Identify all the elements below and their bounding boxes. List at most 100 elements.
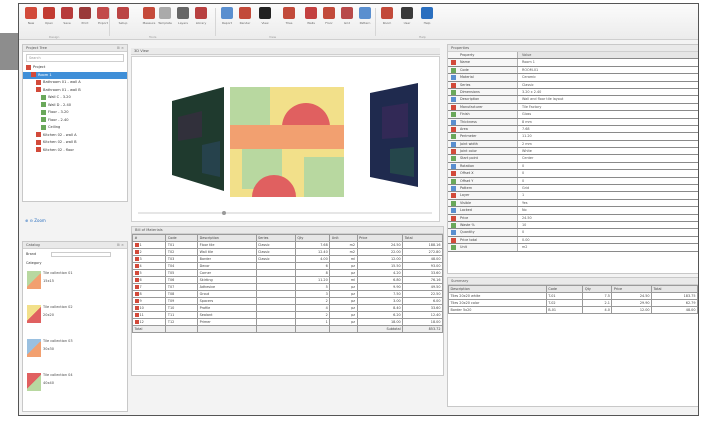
catalog-item-name[interactable]: Tile collection 04 [43, 373, 73, 377]
summary-header-cell[interactable]: Code [545, 285, 584, 293]
new-design-button[interactable]: New [23, 7, 39, 33]
property-value[interactable]: 11.20 [518, 133, 698, 139]
bill-header-cell[interactable]: Unit [329, 234, 358, 242]
property-value[interactable]: ROOM-01 [518, 67, 698, 73]
summary-row[interactable]: Tiles 20x20 color T-02 2.1 29.90 62.79 [448, 299, 698, 307]
bill-header-cell[interactable]: Total [402, 234, 443, 242]
property-row[interactable]: Perimeter 11.20 [448, 133, 698, 141]
tree-item[interactable]: Floor - 2.40 [23, 117, 127, 125]
user-button[interactable]: User [399, 7, 415, 33]
property-row[interactable]: Dimensions 3.20 x 2.40 [448, 88, 698, 97]
save-design-button[interactable]: Save [59, 7, 75, 33]
brand-select[interactable] [51, 251, 112, 257]
bill-row[interactable]: 12 T12 Primer 1 pz 18.00 18.00 [132, 318, 443, 326]
scroll-thumb[interactable] [222, 211, 226, 215]
property-value[interactable]: 8 mm [518, 119, 698, 125]
property-row[interactable]: Description Wall and floor tile layout [448, 96, 698, 104]
settings-button[interactable]: Setup [115, 7, 131, 33]
property-row[interactable]: Joint color White [448, 148, 698, 156]
summary-header-cell[interactable]: Description [448, 285, 547, 293]
tree-item[interactable]: Kitchen 02 - floor [23, 147, 127, 155]
property-row[interactable]: Thickness 8 mm [448, 118, 698, 126]
tree-item[interactable]: Room 1 [23, 71, 127, 79]
catalog-item-thumbnail[interactable] [27, 373, 41, 391]
property-value[interactable]: No [518, 207, 698, 213]
summary-header-cell[interactable]: Qty [582, 285, 613, 293]
property-row[interactable]: Visible Yes [448, 199, 698, 208]
pattern-button[interactable]: Pattern [357, 7, 373, 33]
bill-header-cell[interactable]: Code [165, 234, 199, 242]
display-button[interactable]: View [257, 7, 273, 33]
3d-viewport[interactable] [131, 56, 440, 222]
property-row[interactable]: Unit m2 [448, 244, 698, 252]
bill-row[interactable]: 9 T09 Spacers 2 pz 3.00 6.00 [132, 297, 443, 305]
property-value[interactable]: Center [518, 155, 698, 161]
bill-header-cell[interactable]: # [132, 234, 167, 242]
catalog-item-thumbnail[interactable] [27, 339, 41, 357]
bill-row[interactable]: 2 T02 Wall tile Classic 12.40 m2 22.00 272.80 [132, 248, 443, 256]
catalog-item-thumbnail[interactable] [27, 305, 41, 323]
chart-button[interactable]: Report [219, 7, 235, 33]
bill-row[interactable]: 3 T03 Border Classic 4.00 ml 12.00 48.00 [132, 255, 443, 263]
property-value[interactable]: Yes [518, 200, 698, 206]
camera-button[interactable]: Render [237, 7, 253, 33]
bill-row[interactable]: 10 T10 Profile 4 pz 8.40 33.60 [132, 304, 443, 312]
property-row[interactable]: Layer 1 [448, 192, 698, 200]
bill-row[interactable]: 8 T08 Grout 3 pz 7.50 22.50 [132, 290, 443, 298]
property-row[interactable]: Locked No [448, 207, 698, 215]
summary-header-cell[interactable]: Price [611, 285, 653, 293]
tree-search-input[interactable]: Search [26, 54, 124, 62]
tree-item[interactable]: Ceiling [23, 124, 127, 132]
bill-row[interactable]: 1 T01 Floor tile Classic 7.68 m2 24.50 188.16 [132, 241, 443, 249]
catalog-item-name[interactable]: Tile collection 02 [43, 305, 73, 309]
property-row[interactable]: Joint width 2 mm [448, 140, 698, 149]
zoom-control[interactable]: ⊕ ⊖ Zoom [25, 218, 46, 223]
property-value[interactable]: White [518, 148, 698, 154]
bill-header-cell[interactable]: Price [356, 234, 404, 242]
property-value[interactable]: 10 [518, 222, 698, 228]
bill-header-cell[interactable]: Series [255, 234, 296, 242]
property-row[interactable]: Offset Y0 [448, 177, 698, 186]
pin-icon[interactable]: ⊞ × [117, 242, 124, 249]
open-design-button[interactable]: Open [41, 7, 57, 33]
tree-item[interactable]: Project [23, 64, 127, 72]
bill-row[interactable]: 5 T05 Corner 8 pz 4.20 33.60 [132, 269, 443, 277]
property-row[interactable]: Material Ceramic [448, 74, 698, 82]
tree-item[interactable]: Bathroom 01 - wall A [23, 79, 127, 87]
summary-header-cell[interactable]: Total [651, 285, 698, 293]
property-row[interactable]: Offset X0 [448, 170, 698, 178]
room-button[interactable]: Room [379, 7, 395, 33]
tile-layout-render[interactable] [132, 57, 439, 221]
property-value[interactable]: 0 [518, 229, 698, 235]
property-row[interactable]: Pattern Grid [448, 185, 698, 193]
tile-button[interactable]: Tiles [281, 7, 297, 33]
property-row[interactable]: Quantity 0 [448, 229, 698, 237]
property-value[interactable]: 24.50 [518, 215, 698, 221]
property-row[interactable]: Name Room 1 [448, 59, 698, 67]
tree-item[interactable]: Wall C - 3.20 [23, 94, 127, 102]
library-button[interactable]: Library [193, 7, 209, 33]
tree-item[interactable]: Kitchen 02 - wall A [23, 132, 127, 140]
bill-row[interactable]: 7 T07 Adhesive 5 pz 9.90 49.50 [132, 283, 443, 291]
bill-row[interactable]: 6 T06 Skirting 11.20 ml 6.80 76.16 [132, 276, 443, 284]
property-value[interactable]: Grid [518, 185, 698, 191]
property-row[interactable]: Waste % 10 [448, 221, 698, 230]
bill-header-cell[interactable]: Qty [294, 234, 331, 242]
pin-icon[interactable]: ⊞ × [117, 45, 124, 52]
property-value[interactable]: 0 [518, 178, 698, 184]
bill-header-cell[interactable]: Description [197, 234, 257, 242]
layers-button[interactable]: Layers [175, 7, 191, 33]
grid-button[interactable]: Grid [339, 7, 355, 33]
template-button[interactable]: Template [157, 7, 173, 33]
zoom-icon[interactable]: ⊕ ⊖ [25, 218, 33, 223]
tree-item[interactable]: Bathroom 01 - wall B [23, 87, 127, 95]
property-row[interactable]: Rotation 0 [448, 162, 698, 171]
property-value[interactable]: 1 [518, 192, 698, 198]
property-value[interactable]: 0 [518, 163, 698, 169]
property-row[interactable]: Series Classic [448, 81, 698, 89]
property-value[interactable]: Wall and floor tile layout [518, 96, 698, 102]
print-button[interactable]: Print [77, 7, 93, 33]
bill-row[interactable]: 4 T04 Decor 6 pz 15.50 93.00 [132, 262, 443, 270]
property-value[interactable]: m2 [518, 244, 698, 250]
catalog-item-name[interactable]: Tile collection 01 [43, 271, 73, 275]
